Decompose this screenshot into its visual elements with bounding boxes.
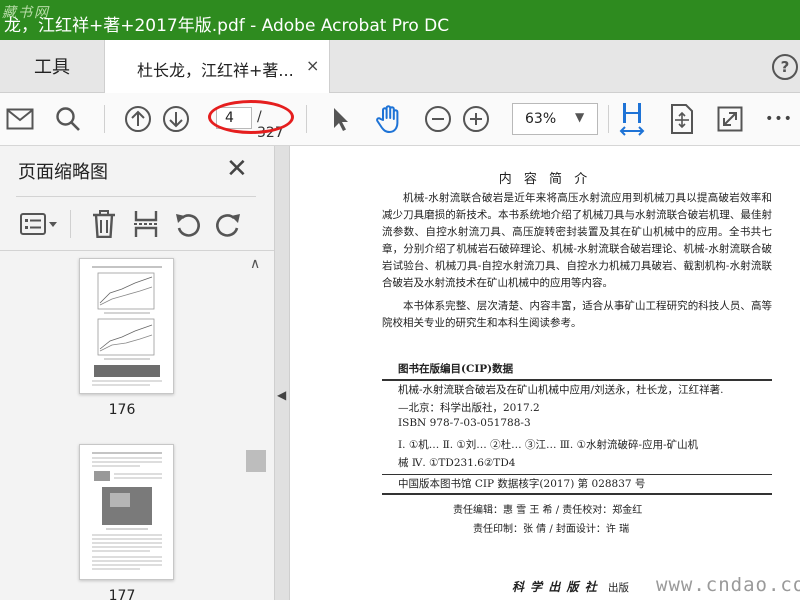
cip-line: 械 Ⅳ. ①TD231.6②TD4	[398, 457, 516, 469]
scrollbar-thumb[interactable]	[246, 450, 266, 472]
panel-title: 页面缩略图	[18, 162, 108, 183]
zoom-value: 63%	[525, 111, 557, 127]
site-watermark: www.cndao.com	[656, 574, 800, 596]
tab-bar: 工具 杜长龙，江红祥+著... × ?	[0, 40, 800, 93]
chevron-up-icon[interactable]: ∧	[250, 256, 260, 272]
prev-page-icon[interactable]	[122, 93, 154, 145]
thumbnail-scrollbar[interactable]: ∧	[244, 252, 270, 600]
panel-splitter[interactable]: ◀	[274, 146, 290, 600]
delete-icon[interactable]	[90, 200, 118, 248]
thumbnail-page[interactable]	[79, 258, 174, 394]
page-heading: 内 容 简 介	[498, 172, 592, 187]
tab-document-label: 杜长龙，江红祥+著...	[137, 61, 294, 80]
fit-page-icon[interactable]	[666, 93, 698, 145]
pdf-page: 内 容 简 介 机械-水射流联合破岩是近年来将高压水射流应用到机械刀具以提高破岩…	[290, 146, 800, 600]
publisher-name: 科 学 出 版 社	[512, 580, 598, 594]
cip-heading: 图书在版编目(CIP)数据	[398, 363, 514, 375]
intro-paragraph: 机械-水射流联合破岩是近年来将高压水射流应用到机械刀具以提高破岩效率和减少刀具磨…	[382, 192, 772, 289]
more-icon[interactable]: •••	[762, 93, 796, 145]
cip-line: —北京：科学出版社，2017.2	[398, 402, 540, 414]
select-arrow-icon[interactable]	[326, 93, 354, 145]
thumbnails-panel: 页面缩略图 ✕ 176 177 ∧	[0, 146, 274, 600]
page-highlight-annotation	[208, 100, 294, 134]
zoom-out-icon[interactable]	[422, 93, 454, 145]
cip-line: Ⅰ. ①机… Ⅱ. ①刘… ②杜… ③江… Ⅲ. ①水射流破碎-应用-矿山机	[398, 439, 699, 451]
tab-document[interactable]: 杜长龙，江红祥+著... ×	[104, 40, 330, 93]
print-line: 责任印制：张 倩 / 封面设计：许 瑞	[473, 524, 630, 535]
next-page-icon[interactable]	[160, 93, 192, 145]
window-title: 龙，江红祥+著+2017年版.pdf - Adobe Acrobat Pro D…	[4, 16, 450, 36]
thumbnail-page-number: 177	[108, 588, 136, 600]
mail-icon[interactable]	[4, 93, 36, 145]
editor-line: 责任编辑：惠 雪 王 希 / 责任校对：郑金红	[453, 505, 643, 516]
cip-line: ISBN 978-7-03-051788-3	[398, 417, 531, 429]
close-tab-icon[interactable]: ×	[306, 56, 319, 75]
hand-icon[interactable]	[372, 93, 406, 145]
document-view[interactable]: 内 容 简 介 机械-水射流联合破岩是近年来将高压水射流应用到机械刀具以提高破岩…	[290, 146, 800, 600]
thumbnail-toolbar	[0, 200, 274, 248]
search-icon[interactable]	[52, 93, 84, 145]
audience-paragraph: 本书体系完整、层次清楚、内容丰富，适合从事矿山工程研究的科技人员、高等院校相关专…	[382, 300, 772, 329]
tab-tools[interactable]: 工具	[0, 40, 104, 92]
rotate-right-icon[interactable]	[214, 200, 242, 248]
zoom-select[interactable]: 63% ▼	[512, 103, 598, 135]
collapse-arrow-icon[interactable]: ◀	[277, 388, 286, 402]
close-panel-icon[interactable]: ✕	[226, 154, 248, 184]
toolbar: 4 / 327 63% ▼ •••	[0, 93, 800, 146]
thumbnail-page[interactable]	[79, 444, 174, 580]
rotate-left-icon[interactable]	[174, 200, 202, 248]
thumbnail-list: 176 177	[0, 252, 244, 600]
publisher-suffix: 出版	[608, 582, 629, 594]
options-menu-icon[interactable]	[20, 200, 58, 248]
fullscreen-icon[interactable]	[714, 93, 746, 145]
cip-line: 机械-水射流联合破岩及在矿山机械中应用/刘送永，杜长龙，江红祥著.	[398, 384, 724, 396]
thumbnail-page-number: 176	[108, 402, 136, 418]
zoom-in-icon[interactable]	[460, 93, 492, 145]
chevron-down-icon: ▼	[575, 110, 585, 124]
fit-width-icon[interactable]	[616, 93, 648, 145]
cip-data-number: 中国版本图书馆 CIP 数据核字(2017) 第 028837 号	[398, 478, 646, 490]
title-bar: 藏书网 龙，江红祥+著+2017年版.pdf - Adobe Acrobat P…	[0, 0, 800, 40]
help-icon[interactable]: ?	[772, 54, 798, 80]
extract-pages-icon[interactable]	[132, 200, 160, 248]
